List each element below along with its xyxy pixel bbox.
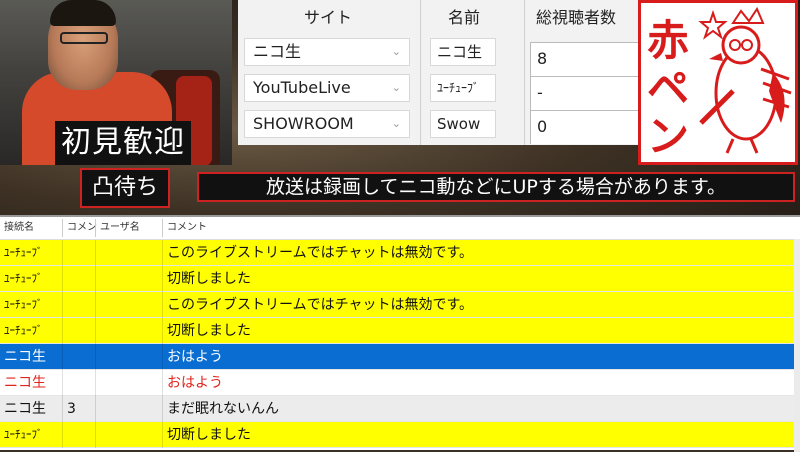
- column-header-count[interactable]: コメン: [63, 217, 97, 239]
- chevron-down-icon: ⌄: [391, 81, 401, 94]
- cell-separator: [62, 292, 63, 318]
- chevron-down-icon: ⌄: [391, 45, 401, 58]
- cell-separator: [95, 422, 96, 448]
- comment-row[interactable]: ﾕｰﾁｭｰﾌﾞ 切断しました: [0, 266, 794, 292]
- cell-separator: [62, 396, 63, 422]
- cell-separator: [62, 422, 63, 448]
- chevron-down-icon: ⌄: [391, 117, 401, 130]
- comment-text-cell: 切断しました: [167, 271, 251, 287]
- cell-separator: [162, 240, 163, 266]
- cell-separator: [62, 240, 63, 266]
- cell-separator: [162, 344, 163, 370]
- comment-row[interactable]: ﾕｰﾁｭｰﾌﾞ 切断しました: [0, 318, 794, 344]
- streamer-glasses: [60, 32, 108, 44]
- cell-separator: [95, 396, 96, 422]
- scrollbar[interactable]: [794, 239, 800, 452]
- connection-cell: ニコ生: [4, 375, 46, 391]
- site-select-value: ニコ生: [253, 42, 302, 61]
- comment-row[interactable]: ﾕｰﾁｭｰﾌﾞ このライブストリームではチャットは無効です。: [0, 240, 794, 266]
- svg-text:ン: ン: [647, 112, 689, 161]
- comment-text-cell: 切断しました: [167, 427, 251, 443]
- connection-cell: ニコ生: [4, 401, 46, 417]
- site-select-value: YouTubeLive: [253, 78, 351, 97]
- connection-cell: ﾕｰﾁｭｰﾌﾞ: [4, 272, 43, 285]
- comment-row[interactable]: ニコ生 おはよう: [0, 344, 794, 370]
- cell-separator: [162, 266, 163, 292]
- name-field-2[interactable]: ﾕｰﾁｭｰﾌﾞ: [430, 74, 496, 102]
- comment-list-header: 接続名 コメン ユーザ名 コメント: [0, 217, 798, 240]
- viewer-count-3: 0: [530, 110, 638, 144]
- connection-cell: ﾕｰﾁｭｰﾌﾞ: [4, 298, 43, 311]
- cell-separator: [95, 370, 96, 396]
- cell-separator: [95, 240, 96, 266]
- recording-notice: 放送は録画してニコ動などにUPする場合があります。: [197, 172, 795, 202]
- site-select-2[interactable]: YouTubeLive ⌄: [244, 74, 410, 102]
- cell-separator: [162, 318, 163, 344]
- cell-separator: [162, 422, 163, 448]
- cell-separator: [162, 370, 163, 396]
- site-select-value: SHOWROOM: [253, 114, 354, 133]
- column-divider: [524, 0, 525, 145]
- comment-row[interactable]: ﾕｰﾁｭｰﾌﾞ 切断しました: [0, 422, 794, 448]
- comment-text-cell: おはよう: [167, 349, 223, 365]
- comment-text-cell: このライブストリームではチャットは無効です。: [167, 297, 474, 313]
- site-select-1[interactable]: ニコ生 ⌄: [244, 38, 410, 66]
- red-pen-stamp: 赤 ペ ン: [638, 0, 798, 165]
- svg-text:赤: 赤: [647, 16, 689, 65]
- cell-separator: [162, 292, 163, 318]
- site-select-3[interactable]: SHOWROOM ⌄: [244, 110, 410, 138]
- cell-separator: [62, 370, 63, 396]
- site-header: サイト: [303, 8, 352, 27]
- comment-list[interactable]: 接続名 コメン ユーザ名 コメント ﾕｰﾁｭｰﾌﾞ このライブストリームではチャッ…: [0, 215, 800, 452]
- comment-row[interactable]: ニコ生 おはよう: [0, 370, 794, 396]
- red-pen-mascot-icon: 赤 ペ ン: [647, 6, 792, 161]
- streamer-hair: [50, 0, 116, 26]
- comment-text-cell: このライブストリームではチャットは無効です。: [167, 245, 474, 261]
- column-divider: [420, 0, 421, 145]
- name-field-3[interactable]: Swow: [430, 110, 496, 138]
- comment-text-cell: まだ眠れないんん: [167, 401, 279, 417]
- cell-separator: [95, 318, 96, 344]
- comment-row[interactable]: ニコ生 3 まだ眠れないんん: [0, 396, 794, 422]
- waiting-caption: 凸待ち: [80, 168, 170, 208]
- comment-text-cell: おはよう: [167, 375, 223, 391]
- comment-row[interactable]: ﾕｰﾁｭｰﾌﾞ このライブストリームではチャットは無効です。: [0, 292, 794, 318]
- comment-count-cell: 3: [67, 401, 76, 417]
- cell-separator: [62, 344, 63, 370]
- site-panel: サイト 名前 総視聴者数 ニコ生 ⌄ ニコ生 8 YouTubeLive ⌄ ﾕ…: [238, 0, 638, 145]
- column-header-user[interactable]: ユーザ名: [96, 217, 140, 239]
- name-header: 名前: [447, 8, 480, 27]
- column-header-connection[interactable]: 接続名: [0, 217, 34, 239]
- svg-text:ペ: ペ: [647, 64, 689, 113]
- viewer-count-2: -: [530, 76, 638, 110]
- cell-separator: [95, 292, 96, 318]
- connection-cell: ﾕｰﾁｭｰﾌﾞ: [4, 246, 43, 259]
- cell-separator: [62, 266, 63, 292]
- welcome-caption: 初見歓迎: [55, 121, 191, 165]
- viewer-count-1: 8: [530, 42, 638, 76]
- connection-cell: ﾕｰﾁｭｰﾌﾞ: [4, 428, 43, 441]
- comment-text-cell: 切断しました: [167, 323, 251, 339]
- connection-cell: ニコ生: [4, 349, 46, 365]
- cell-separator: [162, 396, 163, 422]
- cell-separator: [62, 318, 63, 344]
- total-viewers-header: 総視聴者数: [536, 8, 617, 27]
- column-header-comment[interactable]: コメント: [163, 217, 207, 239]
- connection-cell: ﾕｰﾁｭｰﾌﾞ: [4, 324, 43, 337]
- cell-separator: [95, 344, 96, 370]
- cell-separator: [95, 266, 96, 292]
- name-field-1[interactable]: ニコ生: [430, 38, 496, 66]
